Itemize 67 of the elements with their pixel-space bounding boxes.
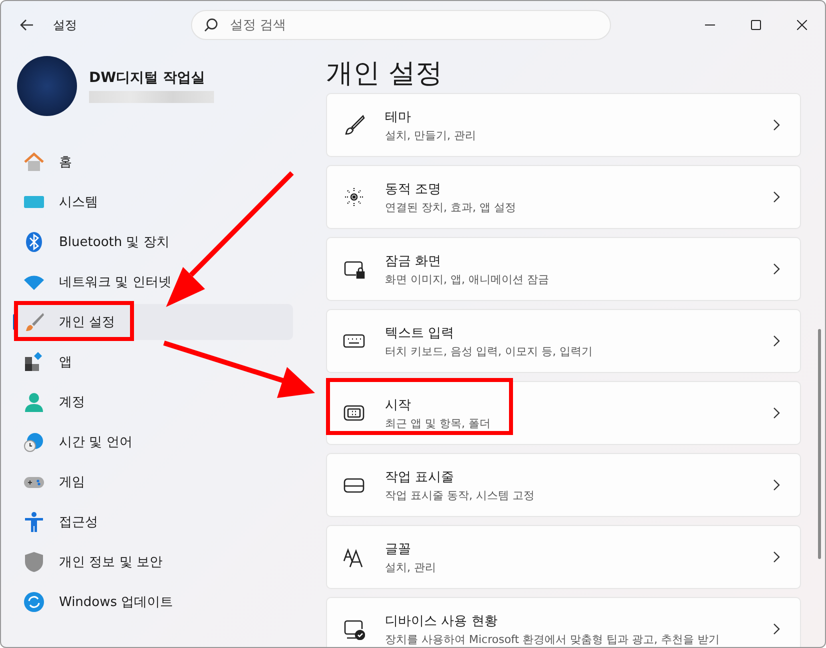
card-title: 작업 표시줄 (385, 468, 456, 486)
apps-icon (23, 351, 45, 373)
page-title: 개인 설정 (326, 57, 444, 91)
sidebar-item[interactable]: Windows 업데이트 (13, 584, 293, 620)
card-description: 최근 앱 및 항목, 폴더 (385, 416, 492, 430)
sidebar-item[interactable]: 앱 (13, 344, 293, 380)
font-icon (343, 546, 365, 568)
sidebar-item[interactable]: 홈 (13, 144, 293, 180)
profile-name: DW디지털 작업실 (89, 69, 206, 87)
settings-card[interactable]: 작업 표시줄 작업 표시줄 동작, 시스템 고정 (326, 453, 801, 517)
back-arrow-icon (20, 19, 34, 31)
settings-card[interactable]: 디바이스 사용 현황 장치를 사용하여 Microsoft 환경에서 맞춤형 팁과 광고, 추천을 받기 (326, 597, 801, 647)
sidebar-item[interactable]: 게임 (13, 464, 293, 500)
scrollbar[interactable] (818, 329, 821, 559)
maximize-icon (751, 20, 761, 30)
search-input[interactable]: 설정 검색 (228, 16, 598, 34)
sidebar-item[interactable]: 접근성 (13, 504, 293, 540)
card-description: 설치, 관리 (385, 560, 437, 574)
chevron-right-icon (773, 407, 780, 419)
brush-icon (343, 114, 365, 136)
device-check-icon (343, 618, 365, 640)
card-description: 장치를 사용하여 Microsoft 환경에서 맞춤형 팁과 광고, 추천을 받기 (385, 632, 721, 646)
settings-card[interactable]: 시작 최근 앱 및 항목, 폴더 (326, 381, 801, 445)
sun-icon (343, 186, 365, 208)
window-title: 설정 (53, 16, 78, 34)
person-icon (23, 391, 45, 413)
sidebar-item[interactable]: 네트워크 및 인터넷 (13, 264, 293, 300)
card-description: 화면 이미지, 앱, 애니메이션 잠금 (385, 272, 550, 286)
sidebar-item[interactable]: 시간 및 언어 (13, 424, 293, 460)
card-description: 설치, 만들기, 관리 (385, 128, 477, 142)
search-icon (204, 18, 218, 32)
settings-card[interactable]: 테마 설치, 만들기, 관리 (326, 93, 801, 157)
chevron-right-icon (773, 263, 780, 275)
bluetooth-icon (23, 231, 45, 253)
chevron-right-icon (773, 119, 780, 131)
card-title: 텍스트 입력 (385, 324, 456, 342)
sidebar-item[interactable]: 개인 설정 (13, 304, 293, 340)
search-field[interactable]: 설정 검색 (191, 10, 611, 40)
settings-card[interactable]: 글꼴 설치, 관리 (326, 525, 801, 589)
settings-card[interactable]: 동적 조명 연결된 장치, 효과, 앱 설정 (326, 165, 801, 229)
card-title: 디바이스 사용 현황 (385, 612, 498, 630)
card-title: 테마 (385, 108, 412, 126)
chevron-right-icon (773, 335, 780, 347)
chevron-right-icon (773, 479, 780, 491)
accessibility-icon (23, 511, 45, 533)
card-description: 작업 표시줄 동작, 시스템 고정 (385, 488, 536, 502)
sidebar-item[interactable]: 개인 정보 및 보안 (13, 544, 293, 580)
card-title: 잠금 화면 (385, 252, 442, 270)
globe-clock-icon (23, 431, 45, 453)
home-icon (23, 151, 45, 173)
card-title: 동적 조명 (385, 180, 442, 198)
card-description: 터치 키보드, 음성 입력, 이모지 등, 입력기 (385, 344, 594, 358)
sidebar-item[interactable]: 계정 (13, 384, 293, 420)
shield-icon (23, 551, 45, 573)
chevron-right-icon (773, 623, 780, 635)
sync-icon (23, 591, 45, 613)
close-icon (797, 20, 807, 30)
chevron-right-icon (773, 551, 780, 563)
settings-card[interactable]: 잠금 화면 화면 이미지, 앱, 애니메이션 잠금 (326, 237, 801, 301)
card-title: 시작 (385, 396, 412, 414)
settings-card[interactable]: 텍스트 입력 터치 키보드, 음성 입력, 이모지 등, 입력기 (326, 309, 801, 373)
card-description: 연결된 장치, 효과, 앱 설정 (385, 200, 517, 214)
sidebar-item[interactable]: 시스템 (13, 184, 293, 220)
chevron-right-icon (773, 191, 780, 203)
brush-icon (23, 311, 45, 333)
card-title: 글꼴 (385, 540, 412, 558)
sidebar-item[interactable]: Bluetooth 및 장치 (13, 224, 293, 260)
